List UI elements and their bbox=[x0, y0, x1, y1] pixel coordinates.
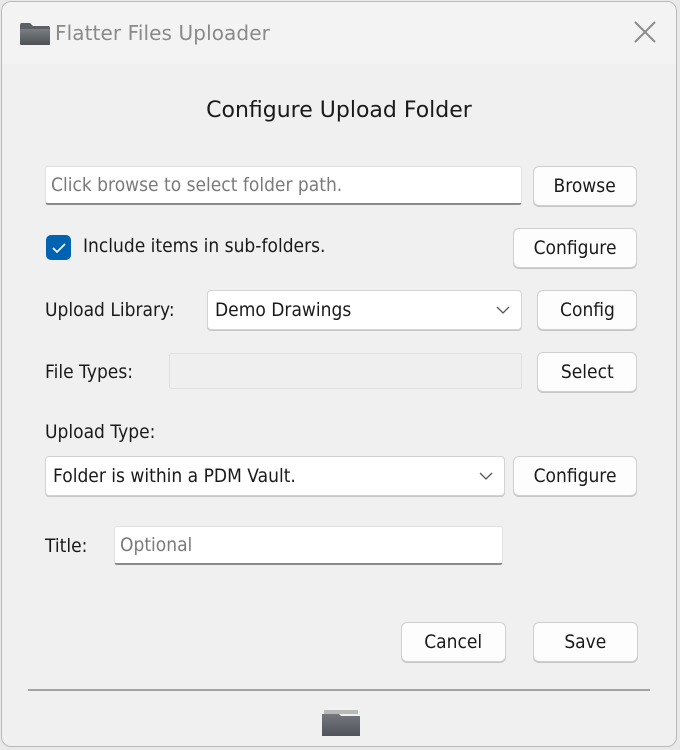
close-icon bbox=[634, 21, 656, 43]
uploader-window: Flatter Files Uploader Configure Upload … bbox=[1, 1, 677, 747]
upload-type-value: Folder is within a PDM Vault. bbox=[53, 465, 296, 487]
title-placeholder: Optional bbox=[120, 534, 193, 556]
library-config-button[interactable]: Config bbox=[537, 290, 637, 330]
footer-divider bbox=[28, 689, 650, 691]
chevron-down-icon bbox=[479, 472, 493, 480]
upload-type-configure-button[interactable]: Configure bbox=[513, 456, 637, 496]
browse-button-label: Browse bbox=[553, 175, 617, 197]
title-bar: Flatter Files Uploader bbox=[2, 2, 676, 64]
file-types-field bbox=[169, 353, 522, 389]
folder-path-input[interactable]: Click browse to select folder path. bbox=[45, 166, 522, 205]
file-types-label: File Types: bbox=[45, 361, 134, 383]
file-types-select-button[interactable]: Select bbox=[537, 352, 637, 392]
save-button[interactable]: Save bbox=[533, 622, 638, 662]
cancel-button[interactable]: Cancel bbox=[401, 622, 506, 662]
upload-library-dropdown[interactable]: Demo Drawings bbox=[207, 290, 522, 330]
title-field-label: Title: bbox=[45, 535, 88, 557]
subfolders-configure-label: Configure bbox=[533, 237, 617, 259]
close-button[interactable] bbox=[622, 12, 668, 52]
upload-type-label: Upload Type: bbox=[45, 421, 156, 443]
library-config-label: Config bbox=[559, 299, 615, 321]
dialog-heading: Configure Upload Folder bbox=[206, 98, 472, 123]
subfolders-configure-button[interactable]: Configure bbox=[513, 228, 637, 268]
window-title: Flatter Files Uploader bbox=[55, 21, 270, 45]
cancel-button-label: Cancel bbox=[424, 631, 483, 653]
upload-library-value: Demo Drawings bbox=[215, 299, 352, 321]
upload-library-label: Upload Library: bbox=[45, 299, 175, 321]
save-button-label: Save bbox=[564, 631, 607, 653]
upload-type-dropdown[interactable]: Folder is within a PDM Vault. bbox=[45, 456, 505, 496]
folder-path-placeholder: Click browse to select folder path. bbox=[51, 174, 343, 196]
upload-type-configure-label: Configure bbox=[533, 465, 617, 487]
checkmark-icon bbox=[51, 242, 66, 253]
chevron-down-icon bbox=[496, 306, 510, 314]
folder-icon bbox=[20, 23, 50, 45]
include-subfolders-checkbox[interactable] bbox=[46, 235, 71, 260]
folder-icon bbox=[322, 710, 360, 736]
title-input[interactable]: Optional bbox=[114, 526, 503, 565]
file-types-select-label: Select bbox=[560, 361, 614, 383]
include-subfolders-label: Include items in sub-folders. bbox=[83, 235, 326, 257]
browse-button[interactable]: Browse bbox=[533, 166, 637, 206]
